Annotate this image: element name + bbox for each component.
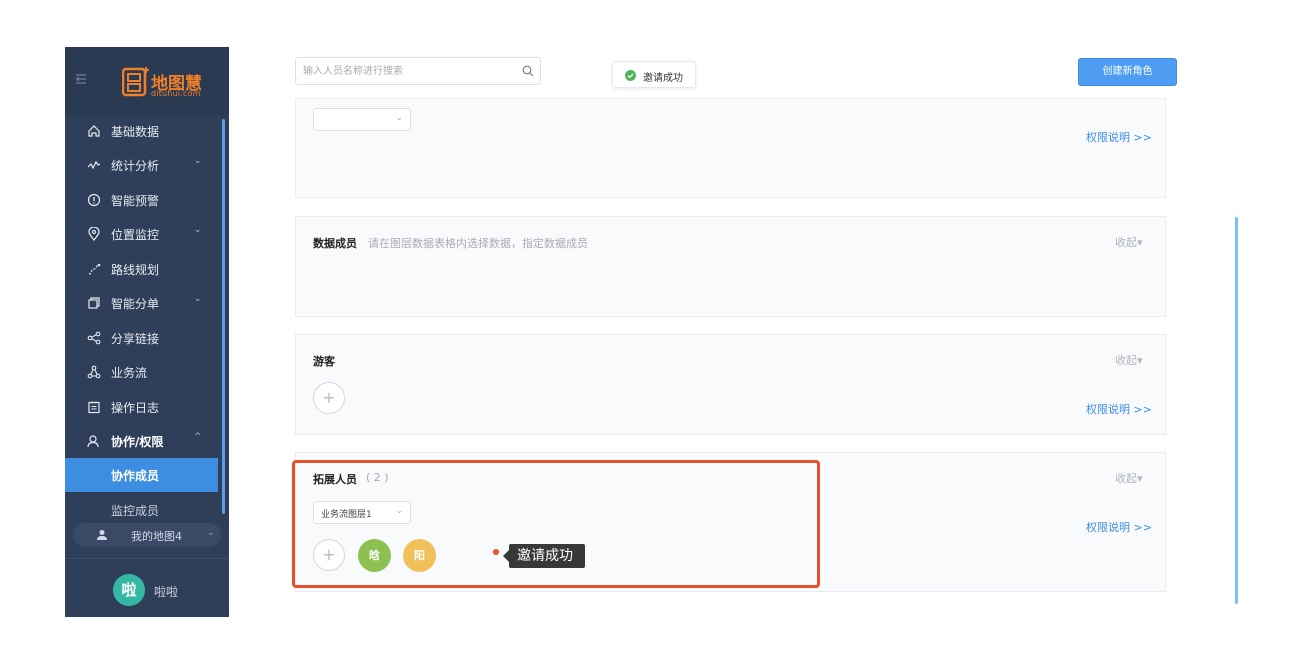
create-role-button[interactable]: 创建新角色 xyxy=(1078,58,1177,86)
role-card-top: ⌄ 权限说明 >> xyxy=(295,98,1166,198)
sidebar: 地图慧 dituhui.com 基础数据 统计分析 ⌄ 智能预警 位置监控 ⌄ … xyxy=(65,47,229,617)
layer-select-value: 业务流图层1 xyxy=(321,510,372,520)
guests-card: 游客 收起▾ + 权限说明 >> xyxy=(295,334,1166,435)
workflow-icon xyxy=(87,365,101,379)
sidebar-header: 地图慧 dituhui.com xyxy=(65,47,229,115)
user-icon xyxy=(87,435,99,448)
search-input[interactable] xyxy=(296,58,511,84)
sidebar-item-smart-dispatch[interactable]: 智能分单 ⌄ xyxy=(65,286,218,320)
member-avatar[interactable]: 阳 xyxy=(403,539,436,572)
check-circle-icon xyxy=(625,70,636,81)
success-toast: 邀请成功 xyxy=(612,61,696,88)
card-hint: 请在图层数据表格内选择数据，指定数据成员 xyxy=(368,237,588,250)
sidebar-item-route-planning[interactable]: 路线规划 xyxy=(65,252,218,286)
permission-link[interactable]: 权限说明 >> xyxy=(1086,401,1152,417)
chevron-down-icon: ⌄ xyxy=(207,528,215,538)
data-members-card: 数据成员 请在图层数据表格内选择数据，指定数据成员 收起▾ xyxy=(295,216,1166,317)
sidebar-item-label: 协作/权限 xyxy=(111,435,164,449)
sidebar-item-label: 智能分单 xyxy=(111,297,160,311)
my-map-label: 我的地图4 xyxy=(131,530,182,543)
sidebar-item-location-monitor[interactable]: 位置监控 ⌄ xyxy=(65,217,218,251)
user-avatar[interactable]: 啦 xyxy=(113,574,145,606)
member-count: ( 2 ) xyxy=(366,471,389,484)
annotation-callout: 邀请成功 xyxy=(509,544,585,568)
sidebar-item-label: 业务流 xyxy=(111,366,148,380)
chevron-up-icon: ^ xyxy=(194,432,202,442)
chevron-down-icon: ⌄ xyxy=(194,156,202,166)
toast-message: 邀请成功 xyxy=(643,73,683,84)
add-member-button[interactable]: + xyxy=(313,539,345,571)
sidebar-item-warning[interactable]: 智能预警 xyxy=(65,183,218,217)
split-order-icon xyxy=(88,297,100,309)
permission-link[interactable]: 权限说明 >> xyxy=(1086,519,1152,535)
sidebar-divider xyxy=(65,558,229,559)
annotation-dot xyxy=(493,549,499,555)
map-user-icon xyxy=(97,530,107,540)
layer-select[interactable]: 业务流图层1 ⌄ xyxy=(313,501,411,524)
sidebar-item-label: 位置监控 xyxy=(111,228,160,242)
card-title: 游客 xyxy=(313,355,335,368)
sidebar-item-statistics[interactable]: 统计分析 ⌄ xyxy=(65,148,218,182)
location-pin-icon xyxy=(88,227,100,241)
collapse-toggle[interactable]: 收起▾ xyxy=(1115,470,1143,486)
main-content: 邀请成功 创建新角色 ⌄ 权限说明 >> 数据成员 请在图层数据表格内选择数据，… xyxy=(229,47,1238,617)
collapse-toggle[interactable]: 收起▾ xyxy=(1115,352,1143,368)
chevron-down-icon: ⌄ xyxy=(194,225,202,235)
user-name[interactable]: 啦啦 xyxy=(154,583,178,600)
extended-members-card: 拓展人员 ( 2 ) 收起▾ 业务流图层1 ⌄ + 晗 阳 权限说明 >> xyxy=(295,452,1166,592)
alert-circle-icon xyxy=(87,193,101,207)
sidebar-item-label: 路线规划 xyxy=(111,263,160,277)
chevron-down-icon: ⌄ xyxy=(396,113,403,122)
sidebar-item-label: 分享链接 xyxy=(111,332,160,346)
line-chart-icon xyxy=(87,160,101,170)
sidebar-item-basic-data[interactable]: 基础数据 xyxy=(65,114,218,148)
share-icon xyxy=(87,331,101,345)
search-icon[interactable] xyxy=(522,65,534,77)
main-scrollbar[interactable] xyxy=(1235,217,1238,604)
role-select[interactable]: ⌄ xyxy=(313,108,411,131)
chevron-down-icon: ⌄ xyxy=(194,294,202,304)
card-title: 数据成员 xyxy=(313,237,357,250)
sidebar-item-label: 操作日志 xyxy=(111,401,160,415)
sidebar-item-share-link[interactable]: 分享链接 xyxy=(65,321,218,355)
member-avatar[interactable]: 晗 xyxy=(358,539,391,572)
sidebar-subitem-monitors[interactable]: 监控成员 xyxy=(65,493,218,527)
sidebar-item-workflow[interactable]: 业务流 xyxy=(65,355,218,389)
app-window: 地图慧 dituhui.com 基础数据 统计分析 ⌄ 智能预警 位置监控 ⌄ … xyxy=(65,47,1238,617)
sidebar-item-collaboration[interactable]: 协作/权限 ^ xyxy=(65,424,218,458)
permission-link[interactable]: 权限说明 >> xyxy=(1086,129,1152,145)
sidebar-scrollbar[interactable] xyxy=(222,119,225,514)
search-box xyxy=(295,57,541,85)
sidebar-subitem-label: 监控成员 xyxy=(111,504,160,518)
collapse-toggle[interactable]: 收起▾ xyxy=(1115,234,1143,250)
sidebar-item-label: 智能预警 xyxy=(111,194,160,208)
route-icon xyxy=(88,263,101,275)
card-title: 拓展人员 xyxy=(313,473,357,486)
chevron-down-icon: ⌄ xyxy=(396,506,403,515)
sidebar-subitem-label: 协作成员 xyxy=(111,469,160,483)
collapse-menu-icon[interactable] xyxy=(75,73,87,85)
home-icon xyxy=(88,125,100,137)
sidebar-subitem-collaborators[interactable]: 协作成员 xyxy=(65,458,218,492)
my-map-selector[interactable]: 我的地图4 ⌄ xyxy=(73,523,221,547)
sidebar-item-label: 基础数据 xyxy=(111,125,160,139)
add-guest-button[interactable]: + xyxy=(313,382,345,414)
logo-subtext: dituhui.com xyxy=(151,89,201,98)
sidebar-item-operation-log[interactable]: 操作日志 xyxy=(65,390,218,424)
clipboard-icon xyxy=(88,401,100,414)
sidebar-item-label: 统计分析 xyxy=(111,159,160,173)
